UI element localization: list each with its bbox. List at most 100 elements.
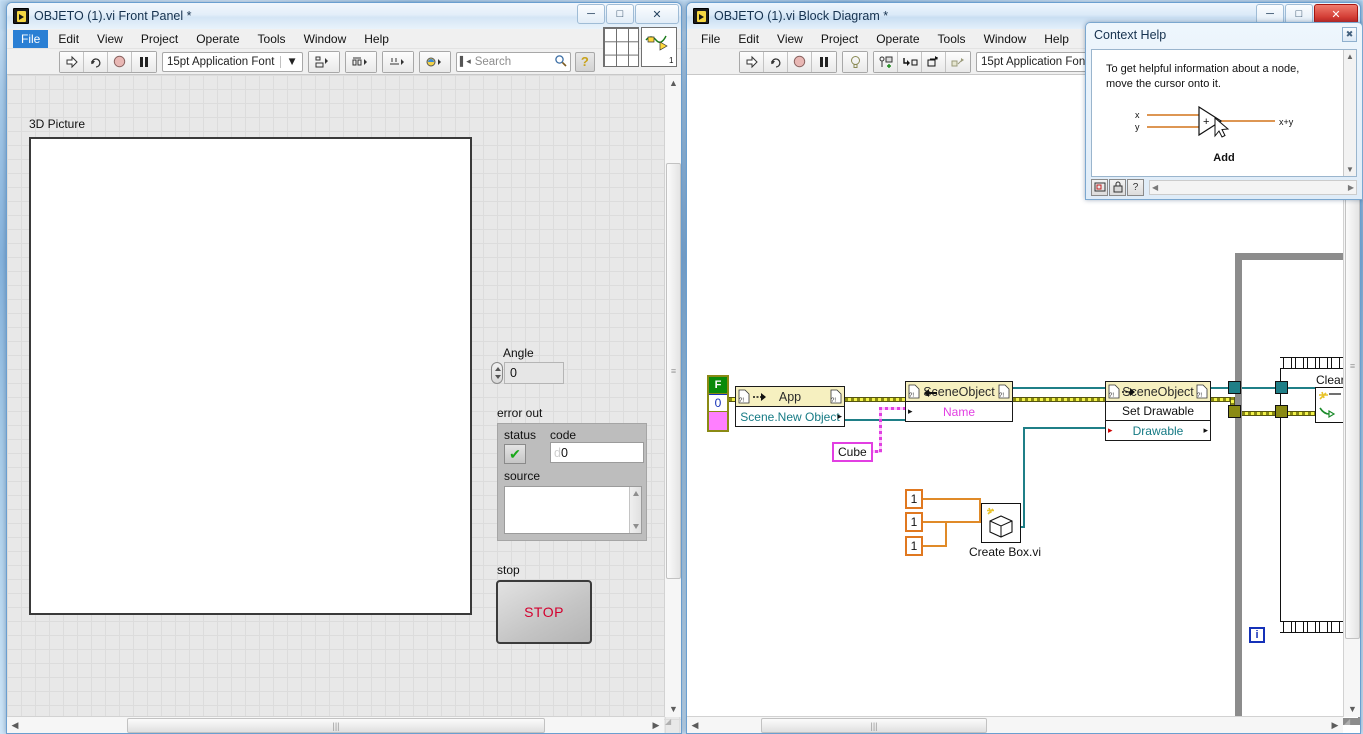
align-objects-icon[interactable] — [309, 52, 339, 72]
context-help-vertical-scrollbar[interactable]: ▲ ▼ — [1343, 50, 1356, 176]
angle-increment-decrement-icon[interactable] — [491, 362, 503, 384]
scroll-right-icon[interactable]: ▶ — [1327, 717, 1343, 733]
align-objects-button[interactable] — [308, 51, 340, 73]
block-diagram-window-buttons[interactable]: ─ □ ✕ — [1256, 4, 1358, 24]
loop-tunnel-refnum[interactable] — [1228, 381, 1241, 394]
run-continuous-icon[interactable] — [84, 52, 108, 72]
menu-help[interactable]: Help — [1036, 30, 1077, 48]
close-button[interactable]: ✕ — [635, 4, 679, 24]
run-arrow-icon[interactable] — [740, 52, 764, 72]
minimize-button[interactable]: ─ — [1256, 4, 1284, 24]
maximize-button[interactable]: □ — [606, 4, 634, 24]
distribute-objects-icon[interactable] — [346, 52, 376, 72]
menu-project[interactable]: Project — [813, 30, 866, 48]
scroll-left-icon[interactable]: ◀ — [1152, 183, 1158, 192]
numeric-constant[interactable]: 1 — [905, 512, 923, 532]
scroll-down-icon[interactable]: ▼ — [665, 701, 681, 717]
context-help-window[interactable]: Context Help ✖ To get helpful informatio… — [1085, 22, 1363, 200]
code-value-field[interactable]: d 0 — [550, 442, 644, 463]
scroll-right-icon[interactable]: ▶ — [1348, 183, 1354, 192]
scroll-left-icon[interactable]: ◀ — [687, 717, 703, 733]
menu-window[interactable]: Window — [296, 30, 355, 48]
invoke-node-app-method-row[interactable]: Scene.New Object ▸ — [736, 407, 844, 426]
numeric-constant[interactable]: 1 — [905, 536, 923, 556]
menu-project[interactable]: Project — [133, 30, 186, 48]
invoke-node-app-header[interactable]: ?! App ?! — [736, 387, 844, 407]
connector-pane[interactable] — [603, 27, 639, 67]
resize-objects-button[interactable] — [382, 51, 414, 73]
reorder-objects-button[interactable] — [419, 51, 451, 73]
invoke-node-param-row[interactable]: ▸ Drawable ▸ — [1106, 421, 1210, 440]
subvi-clear[interactable] — [1315, 387, 1345, 423]
context-help-toolbar[interactable]: ? ◀ ▶ — [1091, 178, 1357, 196]
error-cluster-constant[interactable]: F 0 — [707, 375, 729, 432]
close-button[interactable]: ✕ — [1314, 4, 1358, 24]
front-panel-toolbar[interactable]: 15pt Application Font ▼ ▌◂ Search — [7, 49, 681, 75]
angle-control[interactable]: 0 — [491, 362, 564, 384]
loop-tunnel-error[interactable] — [1228, 405, 1241, 418]
step-over-icon[interactable] — [922, 52, 946, 72]
front-panel-hscroll-thumb[interactable]: ||| — [127, 718, 545, 733]
menu-view[interactable]: View — [769, 30, 811, 48]
menu-help[interactable]: Help — [356, 30, 397, 48]
close-icon[interactable]: ✖ — [1342, 27, 1357, 42]
invoke-node-method-row[interactable]: Set Drawable — [1106, 402, 1210, 421]
stop-button[interactable]: STOP — [496, 580, 592, 644]
front-panel-canvas[interactable]: 3D Picture Angle 0 error out status ✔ co… — [7, 75, 681, 733]
context-help-horizontal-scrollbar[interactable]: ◀ ▶ — [1149, 180, 1357, 195]
scroll-up-icon[interactable]: ▲ — [665, 75, 681, 91]
search-icon[interactable] — [554, 54, 567, 70]
highlight-execution-button[interactable] — [842, 51, 868, 73]
abort-execution-icon[interactable] — [108, 52, 132, 72]
front-panel-window[interactable]: OBJETO (1).vi Front Panel * ─ □ ✕ File E… — [6, 2, 682, 734]
search-input[interactable]: ▌◂ Search — [456, 52, 571, 72]
menu-tools[interactable]: Tools — [930, 30, 974, 48]
vi-icon[interactable]: 1 — [641, 27, 677, 67]
retain-wire-values-icon[interactable] — [874, 52, 898, 72]
connector-pane-area[interactable]: 1 — [603, 27, 677, 67]
step-into-icon[interactable] — [898, 52, 922, 72]
front-panel-window-buttons[interactable]: ─ □ ✕ — [577, 4, 679, 24]
resize-objects-icon[interactable] — [383, 52, 413, 72]
front-panel-titlebar[interactable]: OBJETO (1).vi Front Panel * ─ □ ✕ — [7, 3, 681, 29]
block-diagram-hscroll-thumb[interactable]: ||| — [761, 718, 987, 733]
front-panel-menubar[interactable]: File Edit View Project Operate Tools Win… — [7, 29, 681, 49]
string-constant-cube[interactable]: Cube — [832, 442, 873, 462]
menu-tools[interactable]: Tools — [250, 30, 294, 48]
detailed-help-icon[interactable]: ? — [1127, 179, 1144, 196]
show-optional-terminals-icon[interactable] — [1091, 179, 1108, 196]
front-panel-resize-grip[interactable]: ◢ — [665, 717, 680, 732]
error-out-cluster[interactable]: status ✔ code d 0 source — [497, 423, 647, 541]
property-node-header[interactable]: ?! SceneObject ?! — [906, 382, 1012, 402]
scroll-left-icon[interactable]: ◀ — [7, 717, 23, 733]
font-selector[interactable]: 15pt Application Font — [976, 52, 1100, 72]
scroll-down-icon[interactable]: ▼ — [1344, 701, 1360, 717]
pause-icon[interactable] — [812, 52, 836, 72]
lock-context-help-icon[interactable] — [1109, 179, 1126, 196]
debug-controls-group[interactable] — [873, 51, 971, 73]
font-selector[interactable]: 15pt Application Font ▼ — [162, 52, 303, 72]
block-diagram-horizontal-scrollbar[interactable]: ◀ ||| ▶ — [687, 716, 1343, 733]
angle-value[interactable]: 0 — [504, 362, 564, 384]
maximize-button[interactable]: □ — [1285, 4, 1313, 24]
menu-edit[interactable]: Edit — [50, 30, 87, 48]
reorder-objects-icon[interactable] — [420, 52, 450, 72]
invoke-node-header[interactable]: ?! SceneObject ?! — [1106, 382, 1210, 402]
menu-file[interactable]: File — [693, 30, 728, 48]
3d-picture-control[interactable] — [29, 137, 472, 615]
abort-execution-icon[interactable] — [788, 52, 812, 72]
front-panel-vertical-scrollbar[interactable]: ▲ ≡ ▼ — [664, 75, 681, 717]
chevron-down-icon[interactable]: ▼ — [280, 56, 297, 68]
menu-operate[interactable]: Operate — [868, 30, 927, 48]
numeric-constant[interactable]: 1 — [905, 489, 923, 509]
subvi-create-box[interactable] — [981, 503, 1021, 543]
front-panel-horizontal-scrollbar[interactable]: ◀ ||| ▶ — [7, 716, 664, 733]
minimize-button[interactable]: ─ — [577, 4, 605, 24]
menu-edit[interactable]: Edit — [730, 30, 767, 48]
scroll-right-icon[interactable]: ▶ — [648, 717, 664, 733]
front-panel-vscroll-thumb[interactable]: ≡ — [666, 163, 681, 579]
invoke-node-app[interactable]: ?! App ?! Scene.New Object ▸ — [735, 386, 845, 427]
menu-view[interactable]: View — [89, 30, 131, 48]
light-bulb-icon[interactable] — [843, 52, 867, 72]
run-controls-group[interactable] — [739, 51, 837, 73]
